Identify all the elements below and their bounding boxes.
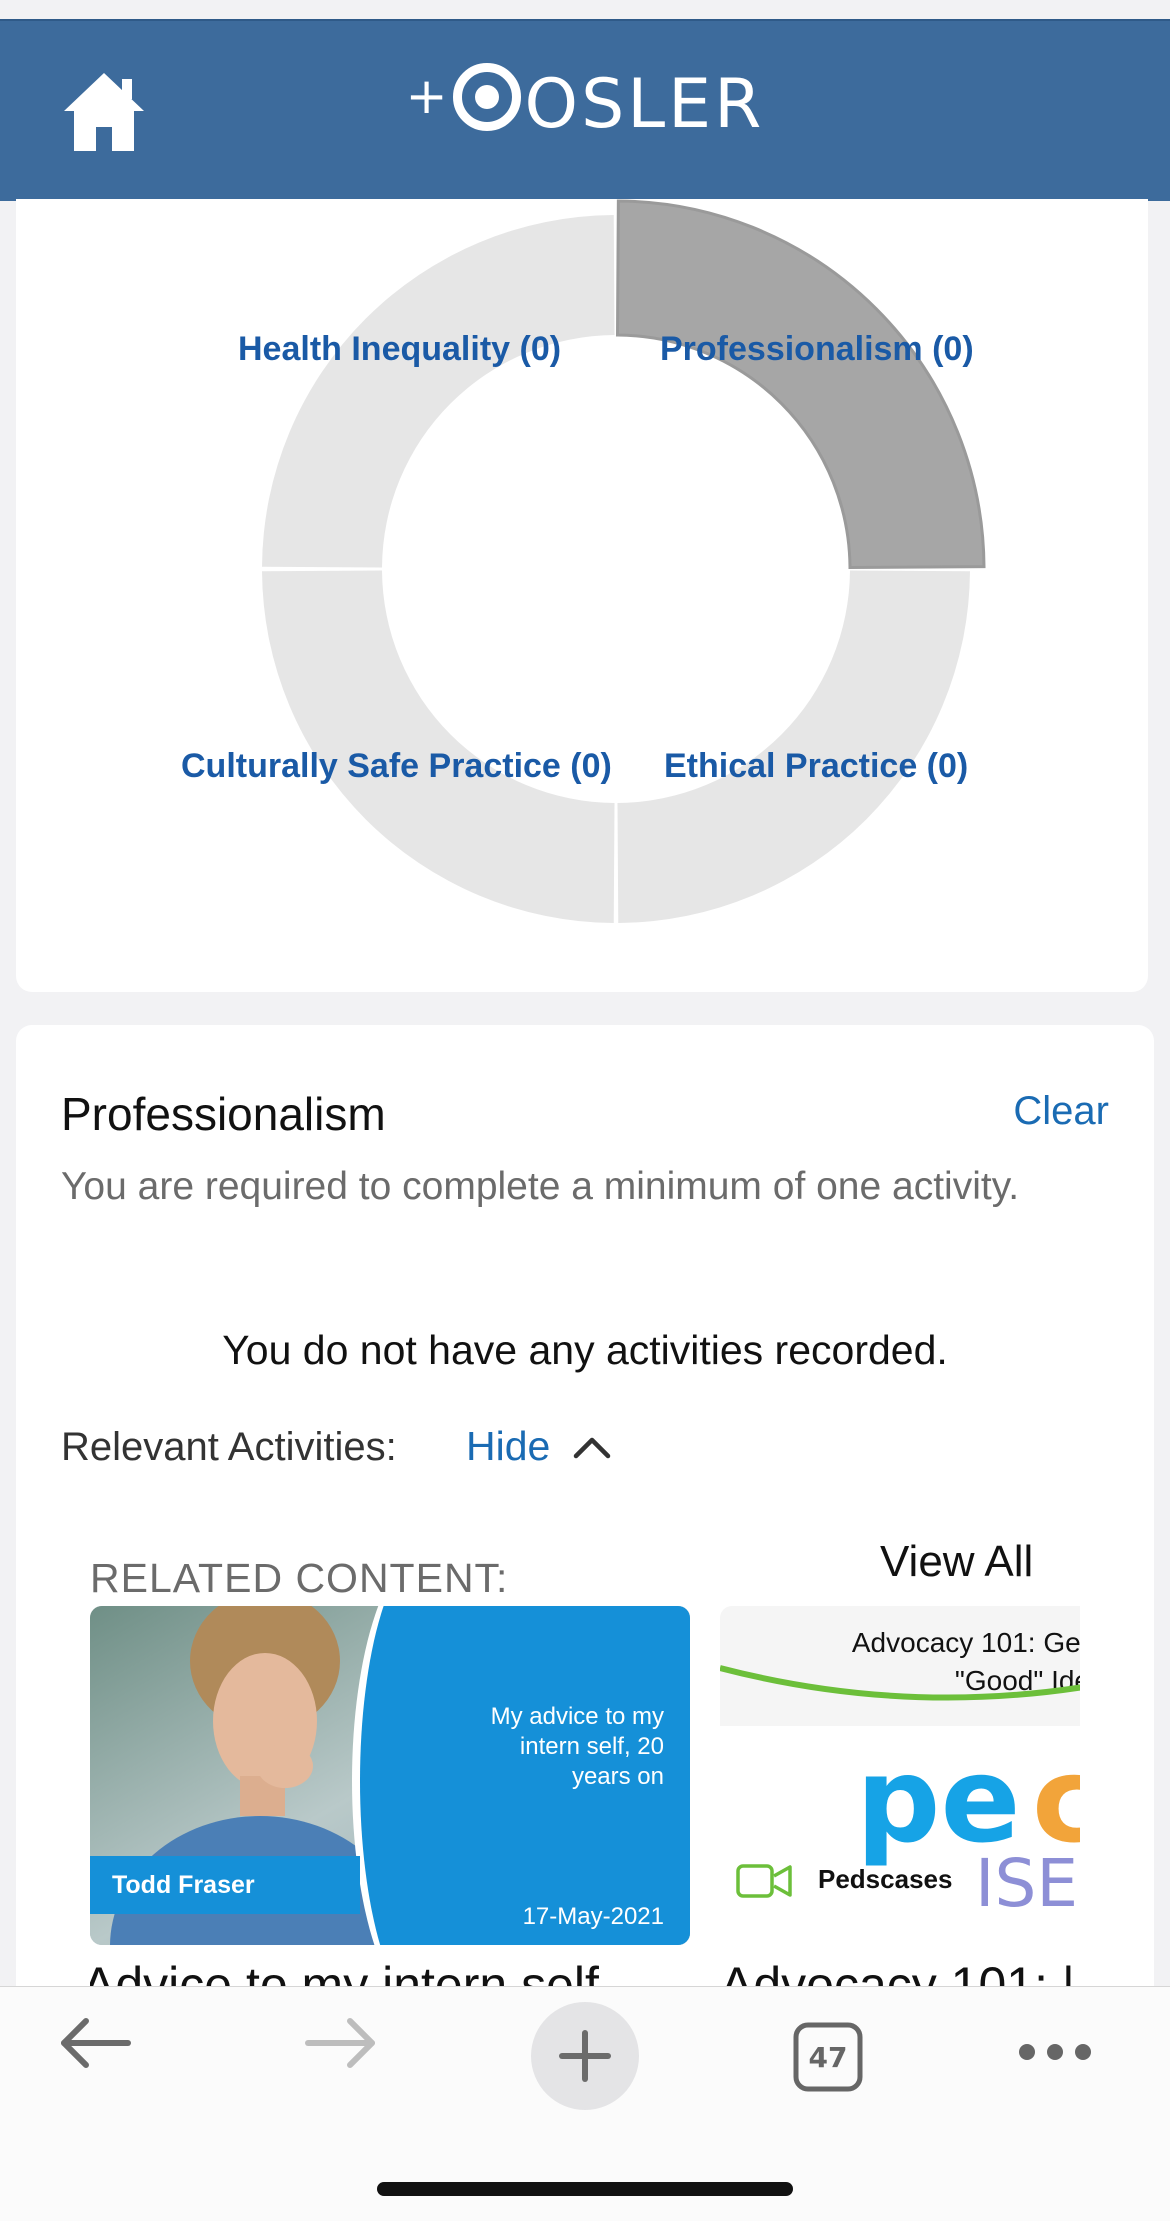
more-options-icon[interactable] [1015, 2037, 1095, 2067]
svg-text:ISE: ISE [975, 1845, 1078, 1922]
chevron-up-icon [574, 1437, 611, 1458]
content-source: Pedscases [818, 1864, 953, 1894]
tab-count: 47 [808, 2040, 848, 2074]
donut-slice-professionalism[interactable] [615, 199, 986, 570]
slice-label-health-inequality[interactable]: Health Inequality (0) [238, 330, 561, 369]
hide-label: Hide [466, 1423, 551, 1469]
section-description: You are required to complete a minimum o… [61, 1165, 1020, 1208]
donut-slice-health-inequality[interactable] [262, 215, 615, 568]
author-tag: Todd Fraser [90, 1856, 360, 1914]
hide-toggle[interactable]: Hide [466, 1423, 612, 1470]
section-title: Professionalism [61, 1088, 386, 1140]
content-card[interactable]: Advocacy 101: Ger "Good" Ide pe c ISE Pe… [720, 1606, 1080, 1945]
back-arrow-icon[interactable] [56, 2011, 136, 2075]
tabs-button[interactable]: 47 [792, 2021, 864, 2093]
content-card[interactable]: My advice to my intern self, 20 years on… [90, 1606, 690, 1945]
relevant-activities-label: Relevant Activities: [61, 1425, 397, 1469]
forward-arrow-icon[interactable] [300, 2011, 380, 2075]
slice-label-ethical-practice[interactable]: Ethical Practice (0) [664, 747, 968, 786]
video-icon [736, 1864, 792, 1898]
related-content-carousel[interactable]: My advice to my intern self, 20 years on… [90, 1606, 1080, 2006]
content-date: 17-May-2021 [522, 1903, 664, 1930]
home-indicator [377, 2182, 793, 2196]
empty-activities-message: You do not have any activities recorded. [222, 1327, 948, 1373]
view-all-link[interactable]: View All [880, 1537, 1033, 1587]
status-bar-area [0, 0, 1170, 19]
related-content-label: RELATED CONTENT: [90, 1555, 509, 1601]
new-tab-plus-icon[interactable] [530, 2001, 640, 2111]
clear-button[interactable]: Clear [1013, 1089, 1109, 1134]
slice-label-culturally-safe-practice[interactable]: Culturally Safe Practice (0) [181, 747, 612, 786]
app-header: + OSLER [0, 19, 1170, 201]
donut-chart [262, 199, 986, 923]
thumbnail-text: My advice to my intern self, 20 years on [490, 1703, 664, 1790]
donut-chart-card: Health Inequality (0) Professionalism (0… [16, 199, 1148, 992]
slice-label-professionalism[interactable]: Professionalism (0) [660, 330, 974, 369]
activity-section-card: Professionalism Clear You are required t… [16, 1025, 1154, 2025]
osler-logo: + OSLER [405, 63, 765, 144]
